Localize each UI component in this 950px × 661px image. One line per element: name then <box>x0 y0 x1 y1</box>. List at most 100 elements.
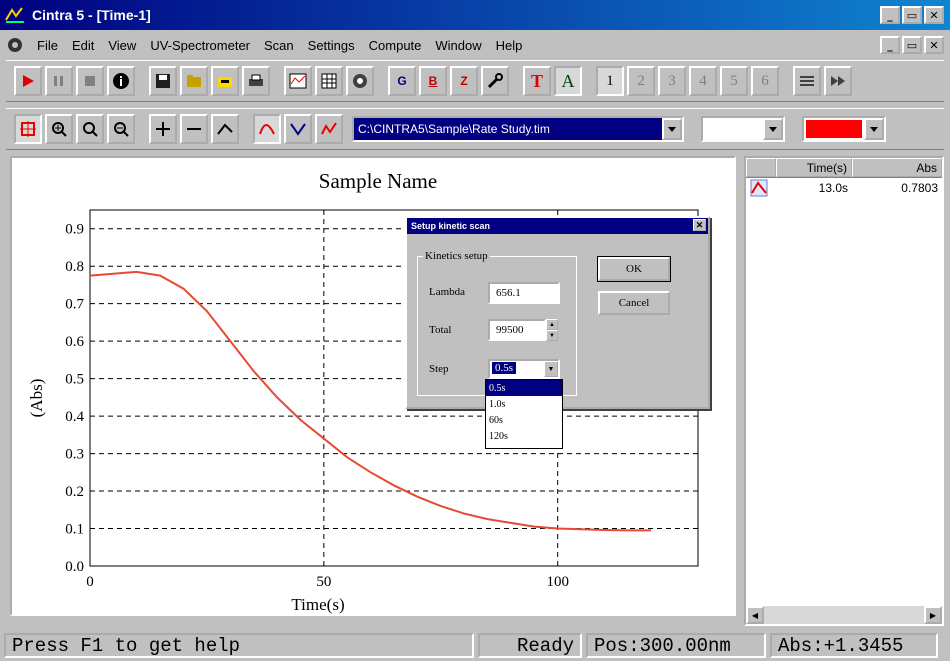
hline-button[interactable] <box>180 114 208 144</box>
menu-view[interactable]: View <box>101 38 143 53</box>
line-style-dropdown-arrow[interactable] <box>763 118 783 140</box>
zoom-in-button[interactable] <box>45 114 73 144</box>
zoom-in-icon <box>52 122 67 137</box>
valley-button[interactable] <box>284 114 312 144</box>
scroll-right-arrow-icon[interactable]: ▶ <box>924 606 942 624</box>
pause-button[interactable] <box>45 66 73 96</box>
cursor-button[interactable] <box>14 114 42 144</box>
folder-button[interactable] <box>211 66 239 96</box>
zoom-out-button[interactable] <box>107 114 135 144</box>
curve-marker-cell <box>746 179 776 197</box>
lamp-button[interactable] <box>346 66 374 96</box>
spin-down-icon[interactable]: ▼ <box>546 330 558 341</box>
wrench-button[interactable] <box>481 66 509 96</box>
cell-6-button[interactable]: 6 <box>751 66 779 96</box>
stop-button[interactable] <box>76 66 104 96</box>
menu-help[interactable]: Help <box>489 38 530 53</box>
forward-button[interactable] <box>824 66 852 96</box>
file-path-select[interactable]: C:\CINTRA5\Sample\Rate Study.tim <box>352 116 684 142</box>
cross-cursor-button[interactable] <box>149 114 177 144</box>
line-style-select[interactable] <box>701 116 785 142</box>
system-menu-icon[interactable] <box>6 36 24 54</box>
chart-title: Sample Name <box>319 169 437 193</box>
zoom-out-icon <box>114 122 129 137</box>
total-spinner[interactable]: ▲ ▼ <box>546 319 558 341</box>
peak-icon <box>217 123 233 135</box>
text-tool-button[interactable]: T <box>523 66 551 96</box>
step-option-120s[interactable]: 120s <box>486 428 562 444</box>
dialog-title-bar[interactable]: Setup kinetic scan ✕ <box>407 218 708 234</box>
close-button[interactable]: ✕ <box>924 6 944 24</box>
derivative-button[interactable] <box>315 114 343 144</box>
cell-2-button[interactable]: 2 <box>627 66 655 96</box>
zoom-button[interactable] <box>76 114 104 144</box>
menu-window[interactable]: Window <box>428 38 488 53</box>
line-color-dropdown-arrow[interactable] <box>864 118 884 140</box>
line-color-swatch <box>806 120 862 138</box>
readings-header-time[interactable]: Time(s) <box>776 158 852 177</box>
menu-compute[interactable]: Compute <box>362 38 429 53</box>
lambda-input[interactable]: 656.1 <box>488 282 560 304</box>
cell-4-button[interactable]: 4 <box>689 66 717 96</box>
peak-button[interactable] <box>211 114 239 144</box>
line-color-select[interactable] <box>802 116 886 142</box>
cell-3-label: 3 <box>668 72 676 89</box>
maximize-button[interactable]: ▭ <box>902 6 922 24</box>
lamp-icon <box>353 74 367 88</box>
readings-scrollbar[interactable]: ◀ ▶ <box>746 606 942 624</box>
scroll-left-arrow-icon[interactable]: ◀ <box>746 606 764 624</box>
child-close-button[interactable]: ✕ <box>924 36 944 54</box>
chevron-down-icon <box>769 126 777 132</box>
total-input[interactable]: 99500 <box>488 319 546 341</box>
cell-1-button[interactable]: 1 <box>596 66 624 96</box>
cell-5-button[interactable]: 5 <box>720 66 748 96</box>
tool-g-button[interactable]: G <box>388 66 416 96</box>
list-button[interactable] <box>793 66 821 96</box>
total-label: Total <box>429 324 452 336</box>
play-button[interactable] <box>14 66 42 96</box>
abs-mode-button[interactable]: A <box>554 66 582 96</box>
step-option-1-0s[interactable]: 1.0s <box>486 396 562 412</box>
cell-3-button[interactable]: 3 <box>658 66 686 96</box>
print-button[interactable] <box>242 66 270 96</box>
horizontal-line-icon <box>187 128 201 130</box>
y-tick-label: 0.6 <box>65 334 84 350</box>
readings-abs-value: 0.7803 <box>901 181 938 195</box>
tool-b-button[interactable]: B <box>419 66 447 96</box>
menu-scan[interactable]: Scan <box>257 38 301 53</box>
step-option-0-5s[interactable]: 0.5s <box>486 380 562 396</box>
save-button[interactable] <box>149 66 177 96</box>
readings-header-abs[interactable]: Abs <box>852 158 942 177</box>
readings-header: Time(s) Abs <box>746 158 942 178</box>
graph-button[interactable] <box>284 66 312 96</box>
pause-icon <box>54 76 63 86</box>
child-restore-button[interactable]: ▭ <box>902 36 922 54</box>
tool-z-button[interactable]: Z <box>450 66 478 96</box>
cell-1-label: 1 <box>606 72 614 89</box>
open-folder-icon <box>187 75 201 87</box>
info-button[interactable] <box>107 66 135 96</box>
minimize-button[interactable]: _ <box>880 6 900 24</box>
table-button[interactable] <box>315 66 343 96</box>
ok-button[interactable]: OK <box>597 256 671 282</box>
x-axis-label: Time(s) <box>291 595 344 614</box>
readings-row[interactable]: 13.0s 0.7803 <box>746 178 942 198</box>
menu-uv-spectrometer[interactable]: UV-Spectrometer <box>143 38 257 53</box>
open-button[interactable] <box>180 66 208 96</box>
table-icon <box>321 73 337 89</box>
file-path-dropdown-arrow[interactable] <box>662 118 682 140</box>
tool-g-label: G <box>397 74 407 88</box>
child-minimize-button[interactable]: _ <box>880 36 900 54</box>
save-icon <box>156 74 170 88</box>
step-select[interactable]: 0.5s ▼ <box>488 359 560 379</box>
readings-time-value: 13.0s <box>818 181 848 195</box>
menu-settings[interactable]: Settings <box>301 38 362 53</box>
spin-up-icon[interactable]: ▲ <box>546 319 558 330</box>
step-option-60s[interactable]: 60s <box>486 412 562 428</box>
dialog-close-icon[interactable]: ✕ <box>693 219 706 231</box>
menu-file[interactable]: File <box>30 38 65 53</box>
curve-mode-button[interactable] <box>253 114 281 144</box>
cancel-button[interactable]: Cancel <box>598 291 670 315</box>
menu-edit[interactable]: Edit <box>65 38 101 53</box>
step-dropdown-arrow-icon[interactable]: ▼ <box>544 361 558 377</box>
